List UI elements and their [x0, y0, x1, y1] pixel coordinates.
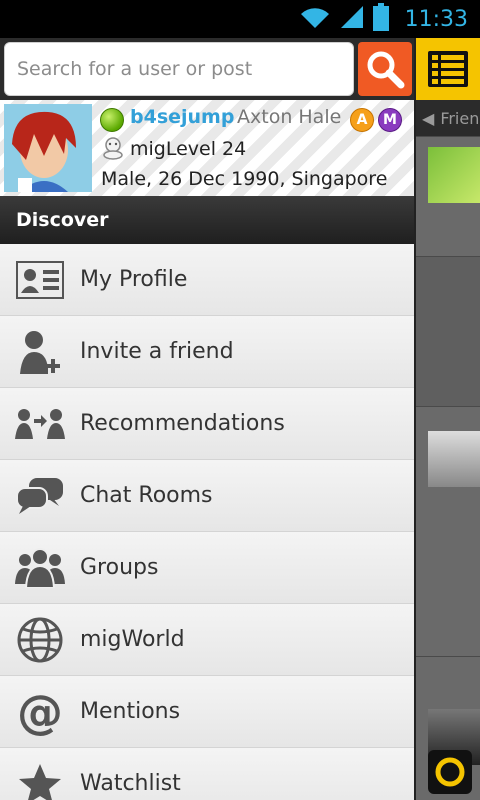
- menu-label: Recommendations: [80, 411, 285, 436]
- menu-item-migworld[interactable]: migWorld: [0, 604, 414, 676]
- navigation-drawer[interactable]: b4sejump Axton Hale A M migLevel 24 Male…: [0, 38, 416, 800]
- feed-thumbnail: [428, 431, 480, 487]
- status-icons: 11:33: [299, 3, 468, 35]
- menu-item-groups[interactable]: Groups: [0, 532, 414, 604]
- status-time: 11:33: [404, 6, 468, 32]
- star-icon: [14, 760, 66, 800]
- menu-item-my-profile[interactable]: My Profile: [0, 244, 414, 316]
- ring-icon: [435, 757, 465, 787]
- menu-item-watchlist[interactable]: Watchlist: [0, 748, 414, 800]
- menu-label: Watchlist: [80, 771, 181, 796]
- feed-item[interactable]: [416, 406, 480, 656]
- section-header-discover: Discover: [0, 196, 414, 244]
- menu-label: migWorld: [80, 627, 185, 652]
- status-bar: 11:33: [0, 0, 480, 38]
- list-menu-icon: [428, 51, 468, 87]
- globe-icon: [14, 616, 66, 664]
- search-icon: [367, 51, 405, 89]
- menu-label: Chat Rooms: [80, 483, 213, 508]
- badge-a-icon: A: [350, 108, 374, 132]
- signal-icon: [339, 4, 365, 34]
- menu-item-invite-friend[interactable]: Invite a friend: [0, 316, 414, 388]
- battery-icon: [372, 3, 389, 35]
- menu-item-chat-rooms[interactable]: Chat Rooms: [0, 460, 414, 532]
- main-content-peek[interactable]: ◀ Frien: [416, 38, 480, 800]
- feed-thumbnail: [428, 147, 480, 203]
- level-icon: [102, 136, 124, 160]
- badge-m-icon: M: [378, 108, 402, 132]
- menu-item-recommendations[interactable]: Recommendations: [0, 388, 414, 460]
- feed-item[interactable]: [416, 256, 480, 406]
- profile-level: migLevel 24: [130, 138, 247, 160]
- svg-text:@: @: [17, 688, 63, 736]
- feed-tab-label: Frien: [440, 108, 480, 128]
- profile-username[interactable]: b4sejump: [130, 106, 234, 128]
- avatar[interactable]: [4, 104, 92, 192]
- menu-label: Groups: [80, 555, 159, 580]
- avatar-image: [4, 104, 92, 192]
- feed-tab[interactable]: ◀ Frien: [416, 100, 480, 136]
- feed-list[interactable]: [416, 136, 480, 800]
- profile-card-icon: [14, 256, 66, 304]
- menu-label: My Profile: [80, 267, 188, 292]
- recommend-icon: [14, 400, 66, 448]
- discover-menu: My Profile Invite a friend Recommendatio…: [0, 244, 414, 800]
- search-input[interactable]: [4, 42, 354, 96]
- search-bar: [0, 38, 414, 100]
- wifi-icon: [299, 4, 331, 34]
- profile-details: Male, 26 Dec 1990, Singapore: [101, 168, 388, 190]
- menu-label: Invite a friend: [80, 339, 234, 364]
- group-icon: [14, 544, 66, 592]
- menu-label: Mentions: [80, 699, 181, 724]
- chat-bubbles-icon: [14, 472, 66, 520]
- chat-fab-button[interactable]: [428, 750, 472, 794]
- profile-full-name: Axton Hale: [237, 106, 342, 128]
- left-arrow-icon: ◀: [422, 108, 435, 128]
- online-status-icon: [100, 108, 124, 132]
- feed-item[interactable]: [416, 136, 480, 256]
- menu-toggle-button[interactable]: [416, 38, 480, 100]
- at-icon: @: [14, 688, 66, 736]
- search-button[interactable]: [358, 42, 412, 96]
- profile-card[interactable]: b4sejump Axton Hale A M migLevel 24 Male…: [0, 100, 414, 196]
- menu-item-mentions[interactable]: @ Mentions: [0, 676, 414, 748]
- add-person-icon: [14, 328, 66, 376]
